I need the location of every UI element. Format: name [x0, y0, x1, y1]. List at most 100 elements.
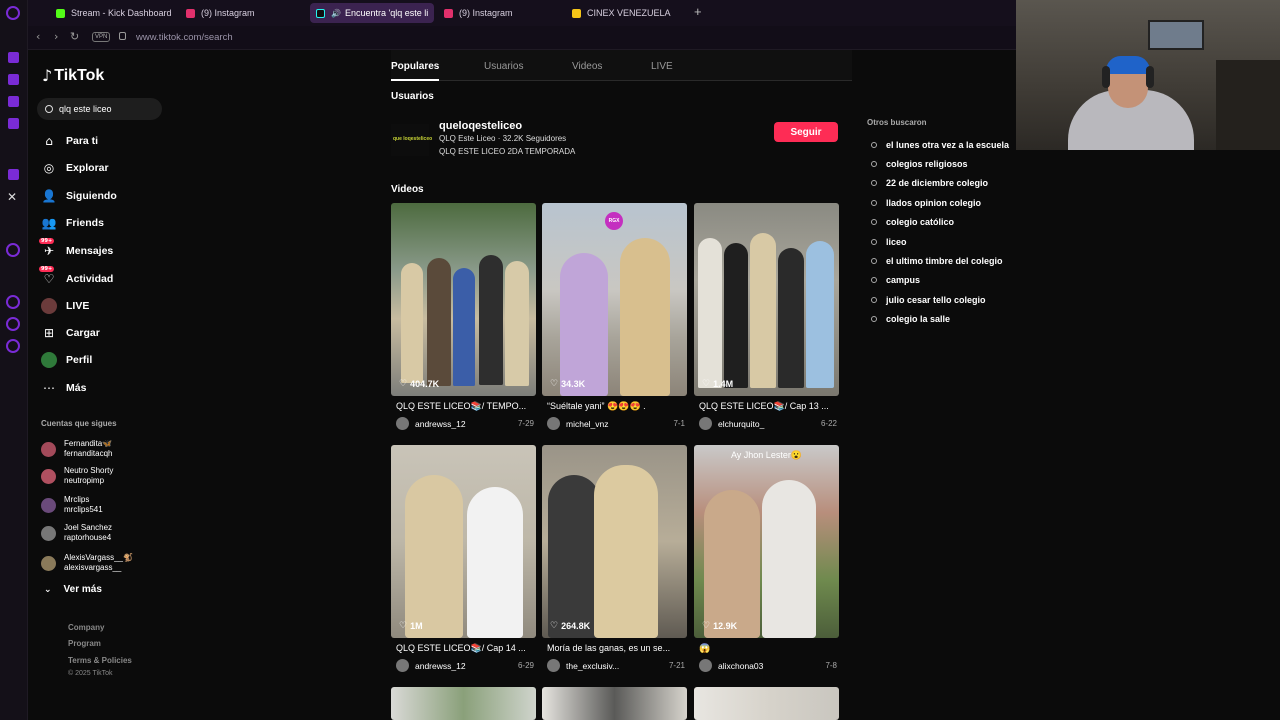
menu-item-para-ti[interactable]: ⌂ Para ti — [41, 130, 98, 152]
menu-item-perfil[interactable]: Perfil — [41, 349, 92, 371]
avatar[interactable]: que loqesteliceo — [391, 124, 432, 156]
video-caption[interactable]: “Suéltale yani” 😍😍😍 . — [547, 401, 687, 412]
author[interactable]: andrewss_12 — [415, 419, 466, 429]
video-thumbnail[interactable] — [542, 687, 687, 720]
vpn-badge[interactable]: VPN — [92, 32, 111, 42]
search-tabs: Populares Usuarios Videos LIVE — [391, 50, 852, 81]
tab-videos[interactable]: Videos — [572, 61, 602, 72]
cinex-favicon-icon — [572, 8, 581, 18]
footer-link-company[interactable]: Company — [68, 623, 104, 632]
suggestion-item[interactable]: el lunes otra vez a la escuela — [867, 135, 1017, 154]
rail-app-icon[interactable] — [8, 118, 19, 129]
search-box[interactable] — [37, 98, 162, 120]
rail-app-icon[interactable] — [6, 317, 20, 331]
footer-link-program[interactable]: Program — [68, 639, 101, 648]
tab-live[interactable]: LIVE — [651, 61, 673, 72]
video-caption[interactable]: QLQ ESTE LICEO📚/ TEMPO... — [396, 401, 536, 412]
suggestion-item[interactable]: colegio la salle — [867, 310, 1017, 329]
suggestion-item[interactable]: campus — [867, 271, 1017, 290]
rail-app-icon[interactable] — [8, 74, 19, 85]
user-result[interactable]: que loqesteliceo queloqesteliceo QLQ Est… — [391, 120, 852, 164]
video-thumbnail[interactable]: Ay Jhon Lester😮 ♡ 12.9K — [694, 445, 839, 638]
following-account[interactable]: Mrclips mrclips541 — [41, 495, 103, 515]
video-caption[interactable]: QLQ ESTE LICEO📚/ Cap 14 ... — [396, 643, 536, 654]
suggestion-item[interactable]: llados opinion colegio — [867, 193, 1017, 212]
video-thumbnail[interactable] — [391, 687, 536, 720]
instagram-favicon-icon — [444, 8, 453, 18]
twitch-icon[interactable] — [8, 169, 19, 180]
tab-populares[interactable]: Populares — [391, 61, 440, 81]
avatar[interactable] — [396, 659, 409, 672]
avatar[interactable] — [699, 417, 712, 430]
follow-button[interactable]: Seguir — [774, 122, 838, 142]
author[interactable]: michel_vnz — [566, 419, 609, 429]
search-icon — [871, 296, 877, 303]
new-tab-plus-icon[interactable]: + — [694, 4, 702, 19]
following-account[interactable]: AlexisVargass__🐒 alexisvargass__ — [41, 553, 133, 573]
video-date: 7-21 — [668, 661, 685, 670]
clock-icon[interactable] — [6, 295, 20, 309]
avatar[interactable] — [699, 659, 712, 672]
footer-link-terms[interactable]: Terms & Policies — [68, 656, 132, 665]
rail-app-icon[interactable] — [8, 96, 19, 107]
browser-logo-icon[interactable] — [6, 6, 20, 20]
see-more-button[interactable]: ⌄ Ver más — [44, 584, 102, 595]
video-date: 7-1 — [673, 419, 685, 428]
suggestion-item[interactable]: colegio católico — [867, 213, 1017, 232]
videos-section-title: Videos — [391, 184, 424, 195]
menu-item-explorar[interactable]: ◎ Explorar — [41, 157, 109, 179]
tab-usuarios[interactable]: Usuarios — [484, 61, 523, 72]
suggestion-item[interactable]: julio cesar tello colegio — [867, 290, 1017, 309]
back-icon[interactable]: ‹ — [36, 30, 40, 43]
avatar[interactable] — [547, 659, 560, 672]
avatar[interactable] — [547, 417, 560, 430]
upload-icon: ⊞ — [43, 326, 55, 340]
video-caption[interactable]: Moría de las ganas, es un se... — [547, 643, 687, 653]
avatar — [41, 441, 56, 457]
menu-item-friends[interactable]: 👥 Friends — [41, 212, 104, 234]
video-thumbnail[interactable]: RGX ♡ 34.3K — [542, 203, 687, 396]
author[interactable]: alixchona03 — [718, 661, 763, 671]
video-thumbnail[interactable]: ♡ 1M — [391, 445, 536, 638]
menu-item-mensajes[interactable]: ✈ 99+ Mensajes — [39, 238, 113, 262]
settings-icon[interactable] — [6, 339, 20, 353]
following-account[interactable]: Neutro Shorty neutropimp — [41, 466, 113, 486]
menu-item-actividad[interactable]: ♡ 99+ Actividad — [39, 266, 113, 290]
menu-item-live[interactable]: LIVE — [41, 295, 89, 317]
menu-item-cargar[interactable]: ⊞ Cargar — [41, 322, 100, 344]
browser-tab[interactable]: CINEX VENEZUELA — [566, 3, 694, 23]
suggestion-item[interactable]: colegios religiosos — [867, 154, 1017, 173]
browser-tab[interactable]: (9) Instagram — [180, 3, 308, 23]
browser-tab[interactable]: (9) Instagram — [438, 3, 566, 23]
suggestion-item[interactable]: el ultimo timbre del colegio — [867, 251, 1017, 270]
video-thumbnail[interactable]: ♡ 404.7K — [391, 203, 536, 396]
suggestion-item[interactable]: 22 de diciembre colegio — [867, 174, 1017, 193]
rail-app-icon[interactable] — [8, 52, 19, 63]
menu-item-siguiendo[interactable]: 👤 Siguiendo — [41, 185, 117, 207]
url-text[interactable]: www.tiktok.com/search — [136, 32, 233, 43]
x-icon[interactable]: ✕ — [7, 190, 17, 204]
author[interactable]: andrewss_12 — [415, 661, 466, 671]
video-thumbnail[interactable] — [694, 687, 839, 720]
video-thumbnail[interactable]: ♡ 264.8K — [542, 445, 687, 638]
following-account[interactable]: Joel Sanchez raptorhouse4 — [41, 523, 112, 543]
username[interactable]: queloqesteliceo — [439, 120, 522, 132]
suggestion-item[interactable]: liceo — [867, 232, 1017, 251]
video-caption[interactable]: 😱 — [699, 643, 839, 654]
browser-tab-active[interactable]: 🔊 Encuentra 'qlq este li — [310, 3, 434, 23]
browser-tab[interactable]: Stream - Kick Dashboard — [50, 3, 178, 23]
following-account[interactable]: Fernandita🦋 fernanditacqh — [41, 439, 112, 459]
author[interactable]: elchurquito_ — [718, 419, 764, 429]
webcam-overlay — [1016, 0, 1280, 150]
reload-icon[interactable]: ↻ — [70, 30, 79, 43]
video-caption[interactable]: QLQ ESTE LICEO📚/ Cap 13 ... — [699, 401, 839, 412]
rail-app-icon[interactable] — [6, 243, 20, 257]
avatar — [41, 497, 56, 513]
video-thumbnail[interactable]: ♡ 1.4M — [694, 203, 839, 396]
avatar[interactable] — [396, 417, 409, 430]
author[interactable]: the_exclusiv... — [566, 661, 619, 671]
forward-icon[interactable]: › — [54, 30, 58, 43]
tiktok-logo[interactable]: ♪ TikTok — [42, 66, 104, 85]
menu-item-mas[interactable]: ⋯ Más — [41, 377, 86, 399]
search-input[interactable] — [59, 104, 149, 114]
